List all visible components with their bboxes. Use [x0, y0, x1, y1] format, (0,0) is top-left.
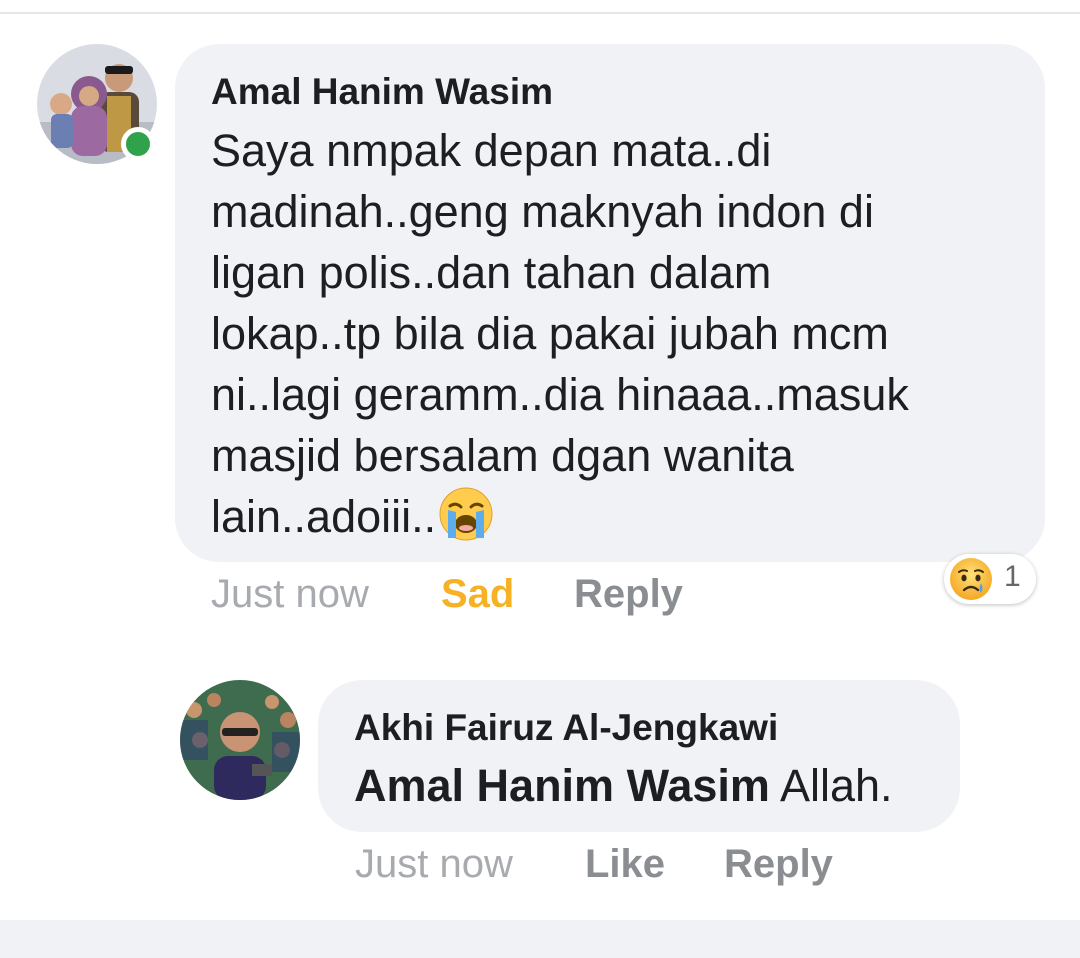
- online-status-indicator: [121, 127, 155, 161]
- mention-link[interactable]: Amal Hanim Wasim: [354, 760, 770, 811]
- comment-line-last: lain..adoiii..: [211, 486, 1009, 557]
- reply-button[interactable]: Reply: [574, 572, 683, 617]
- comment-line: ni..lagi geramm..dia hinaaa..masuk: [211, 369, 909, 420]
- comment-line: lokap..tp bila dia pakai jubah mcm: [211, 308, 889, 359]
- comment-bubble[interactable]: Amal Hanim Wasim Saya nmpak depan mata..…: [175, 44, 1045, 562]
- divider: [0, 12, 1080, 14]
- reply-body: Allah.: [769, 760, 893, 811]
- comment-line: ligan polis..dan tahan dalam: [211, 247, 772, 298]
- comment-line: Saya nmpak depan mata..di: [211, 125, 772, 176]
- comment-timestamp[interactable]: Just now: [211, 572, 369, 617]
- reply-timestamp[interactable]: Just now: [355, 842, 513, 887]
- comments-section: Amal Hanim Wasim Saya nmpak depan mata..…: [0, 0, 1080, 958]
- comment-line: madinah..geng maknyah indon di: [211, 186, 874, 237]
- reaction-count: 1: [1004, 560, 1021, 593]
- comment-line: lain..adoiii..: [211, 491, 437, 542]
- bottom-bar: [0, 920, 1080, 958]
- sad-face-icon: [948, 556, 994, 607]
- reply-author[interactable]: Akhi Fairuz Al-Jengkawi: [354, 706, 924, 750]
- comment-text: Saya nmpak depan mata..di madinah..geng …: [211, 120, 1009, 557]
- like-button[interactable]: Like: [585, 842, 665, 887]
- loudly-crying-face-icon: [438, 486, 494, 557]
- reply-bubble[interactable]: Akhi Fairuz Al-Jengkawi Amal Hanim Wasim…: [318, 680, 960, 832]
- reply-button[interactable]: Reply: [724, 842, 833, 887]
- reaction-summary[interactable]: 1: [944, 554, 1036, 604]
- comment-author[interactable]: Amal Hanim Wasim: [211, 70, 1009, 114]
- avatar[interactable]: [180, 680, 300, 800]
- reaction-button[interactable]: Sad: [441, 572, 514, 617]
- comment-line: masjid bersalam dgan wanita: [211, 430, 794, 481]
- reply-text: Amal Hanim Wasim Allah.: [354, 758, 924, 814]
